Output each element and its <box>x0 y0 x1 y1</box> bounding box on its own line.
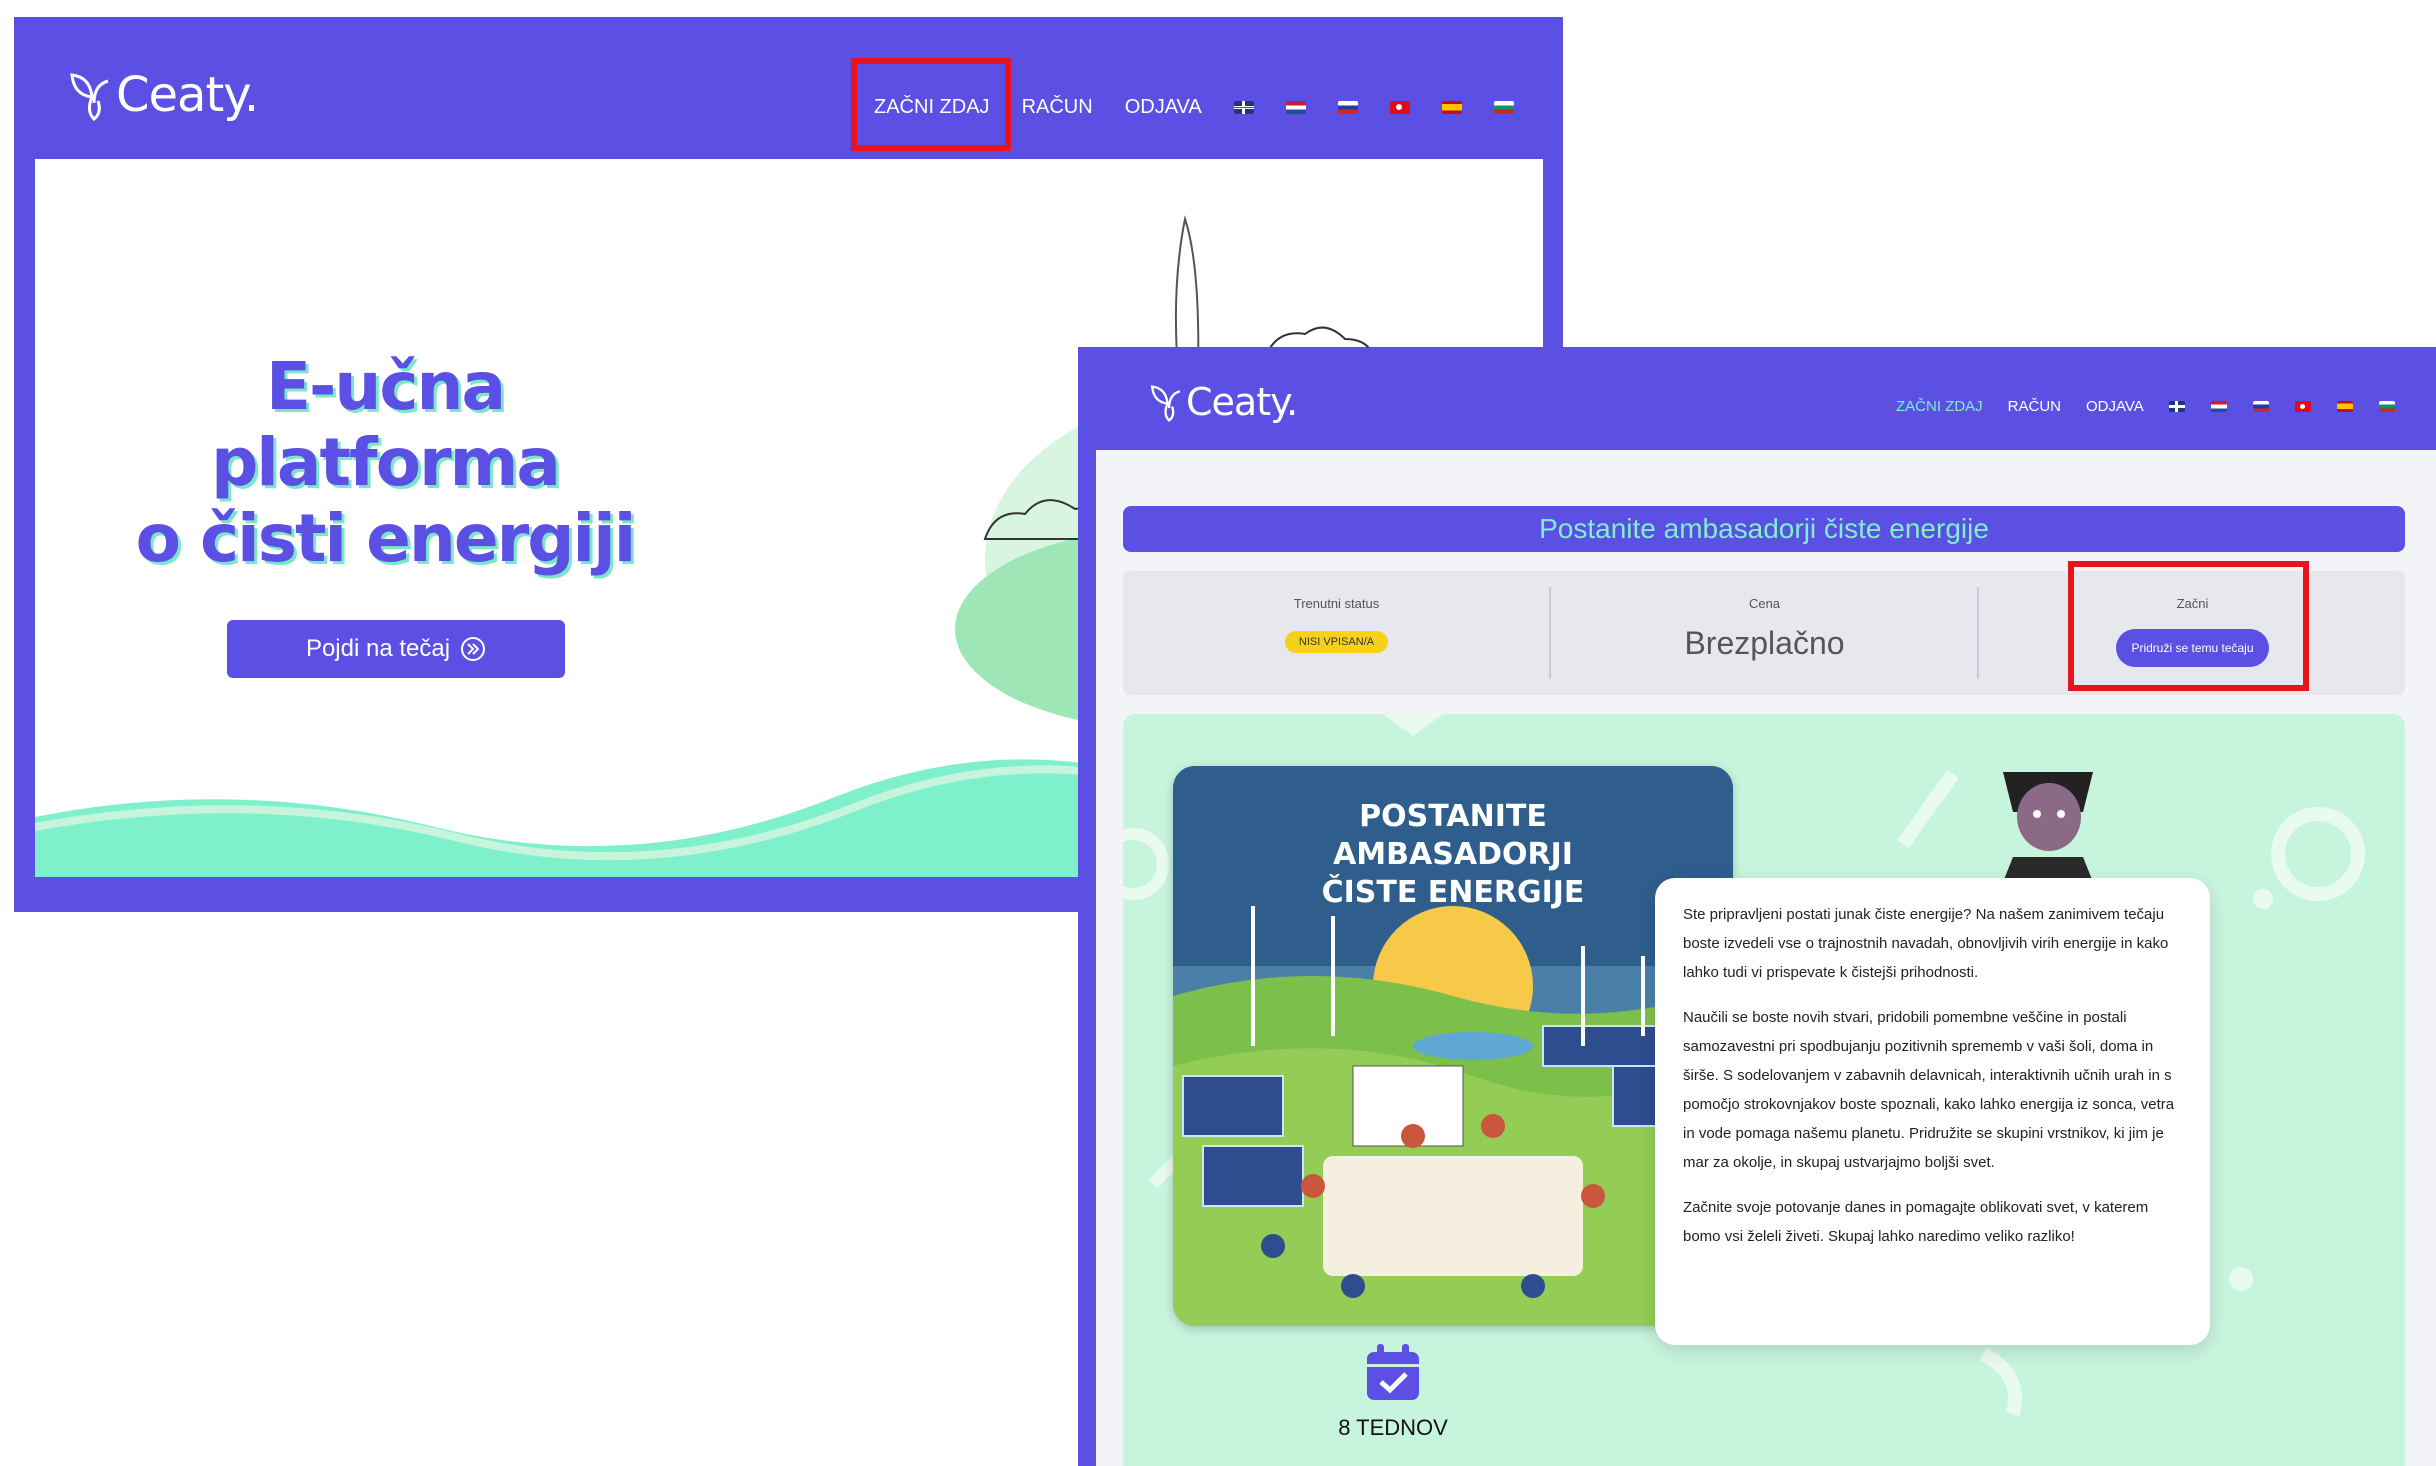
bulgaria-flag-icon[interactable] <box>1493 100 1514 114</box>
poster-line1: POSTANITE <box>1359 799 1547 834</box>
slovenia-flag-icon[interactable] <box>2252 400 2269 412</box>
uk-flag-icon[interactable] <box>1233 100 1254 114</box>
ceaty-logo[interactable]: Ceaty. <box>1146 377 1298 427</box>
hero-title-line2: platforma <box>211 424 561 501</box>
current-status-column: Trenutni status NISI VPISAN/A <box>1123 571 1550 695</box>
hero-title-line3: o čisti energiji <box>135 500 637 577</box>
leaf-logo-icon <box>70 73 109 121</box>
price-column: Cena Brezplačno <box>1551 571 1978 695</box>
nav-logout[interactable]: ODJAVA <box>2086 398 2144 415</box>
start-now-highlight-box <box>851 58 1011 151</box>
description-paragraph-3: Začnite svoje potovanje danes in pomagaj… <box>1683 1199 2149 1245</box>
hero-title-line1: E-učna <box>265 348 506 425</box>
current-status-label: Trenutni status <box>1293 596 1380 611</box>
netherlands-flag-icon[interactable] <box>1285 100 1306 114</box>
course-details-section: POSTANITE AMBASADORJI ČISTE ENERGIJE Ste… <box>1123 714 2405 1466</box>
spain-flag-icon[interactable] <box>1441 100 1462 114</box>
calendar-check-icon <box>1367 1344 1419 1400</box>
course-title: Postanite ambasadorji čiste energije <box>1539 513 1989 544</box>
renewable-energy-poster: POSTANITE AMBASADORJI ČISTE ENERGIJE <box>1173 766 1733 1326</box>
bulgaria-flag-icon[interactable] <box>2378 400 2395 412</box>
join-course-highlight-box <box>2068 561 2309 691</box>
main-nav: ZAČNI ZDAJ RAČUN ODJAVA <box>1896 389 2395 423</box>
go-to-course-button[interactable]: Pojdi na tečaj <box>227 620 565 678</box>
course-window: Ceaty. ZAČNI ZDAJ RAČUN ODJAVA Postanite… <box>1078 347 2436 1466</box>
uk-flag-icon[interactable] <box>2168 400 2185 412</box>
duration-label: 8 TEDNOV <box>1338 1415 1448 1440</box>
course-description-card: Ste pripravljeni postati junak čiste ene… <box>1655 878 2210 1345</box>
ceaty-logo[interactable]: Ceaty. <box>64 65 259 125</box>
poster-line3: ČISTE ENERGIJE <box>1322 873 1585 910</box>
course-title-bar: Postanite ambasadorji čiste energije <box>1123 506 2405 552</box>
nav-account[interactable]: RAČUN <box>1022 96 1093 119</box>
price-value: Brezplačno <box>1684 625 1845 661</box>
logo-text: Ceaty. <box>1186 380 1298 424</box>
hero-title: E-učna platforma o čisti energiji <box>35 349 735 577</box>
character-illustration <box>2003 772 2093 882</box>
description-paragraph-2: Naučili se boste novih stvari, pridobili… <box>1683 1009 2175 1171</box>
nav-account[interactable]: RAČUN <box>2008 398 2061 415</box>
nav-logout[interactable]: ODJAVA <box>1125 96 1202 119</box>
turkey-flag-icon[interactable] <box>2294 400 2311 412</box>
slovenia-flag-icon[interactable] <box>1337 100 1358 114</box>
price-label: Cena <box>1748 596 1781 611</box>
logo-text: Ceaty. <box>116 67 259 123</box>
double-chevron-right-icon <box>461 637 486 661</box>
netherlands-flag-icon[interactable] <box>2210 400 2227 412</box>
course-poster-image: POSTANITE AMBASADORJI ČISTE ENERGIJE <box>1173 766 1733 1326</box>
course-page: Postanite ambasadorji čiste energije Tre… <box>1096 450 2436 1466</box>
go-to-course-label: Pojdi na tečaj <box>305 635 451 662</box>
not-enrolled-badge: NISI VPISAN/A <box>1284 631 1389 653</box>
poster-line2: AMBASADORJI <box>1333 837 1573 872</box>
nav-start-now[interactable]: ZAČNI ZDAJ <box>1896 398 1983 415</box>
leaf-logo-icon <box>1150 385 1181 422</box>
description-paragraph-1: Ste pripravljeni postati junak čiste ene… <box>1683 906 2169 981</box>
spain-flag-icon[interactable] <box>2336 400 2353 412</box>
course-duration: 8 TEDNOV <box>1328 1342 1458 1441</box>
turkey-flag-icon[interactable] <box>1389 100 1410 114</box>
